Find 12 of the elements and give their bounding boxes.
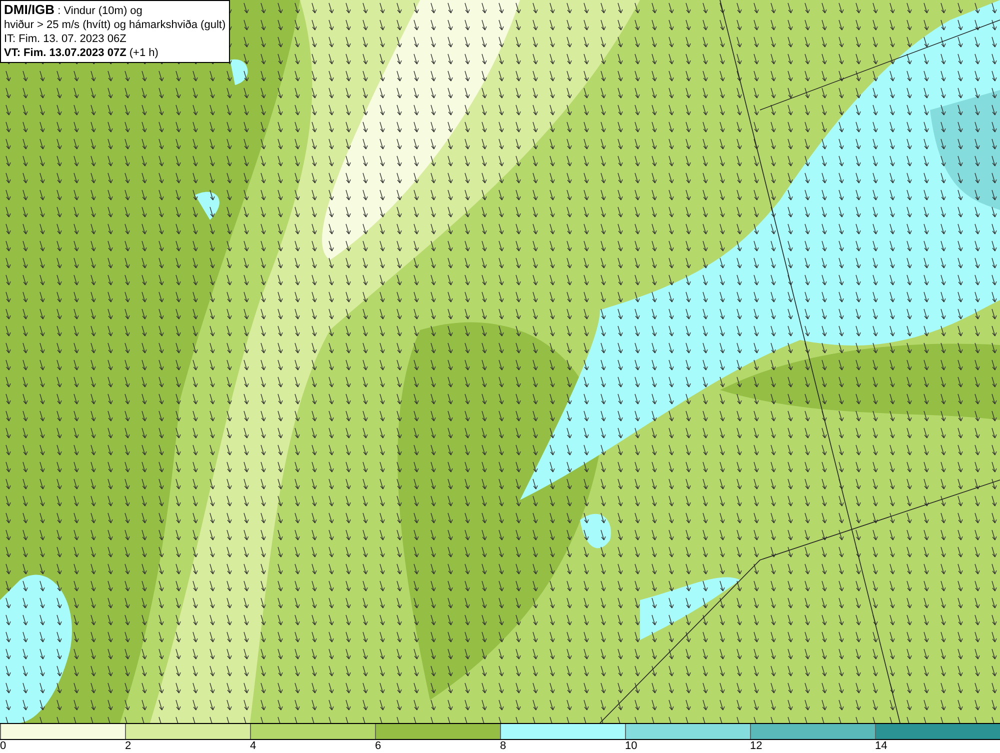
info-text: IT: Fim. 13. 07. 2023 06Z [4, 32, 128, 46]
scale-label: 0 [0, 740, 6, 752]
scale-label: 8 [500, 740, 506, 752]
scale-label: 6 [375, 740, 382, 752]
info-text: hviður > 25 m/s (hvítt) og hámarkshviða (gult) [4, 18, 226, 32]
scale-label: 14 [875, 740, 888, 752]
scale-label: 12 [750, 740, 762, 752]
scale-label: 10 [625, 740, 638, 752]
info-text: DMI/IGB : Vindur (10m) og [4, 3, 144, 18]
scale-label: 2 [125, 740, 132, 752]
scale-label: 4 [250, 740, 256, 752]
info-text: VT: Fim. 13.07.2023 07Z (+1 h) [4, 46, 160, 60]
